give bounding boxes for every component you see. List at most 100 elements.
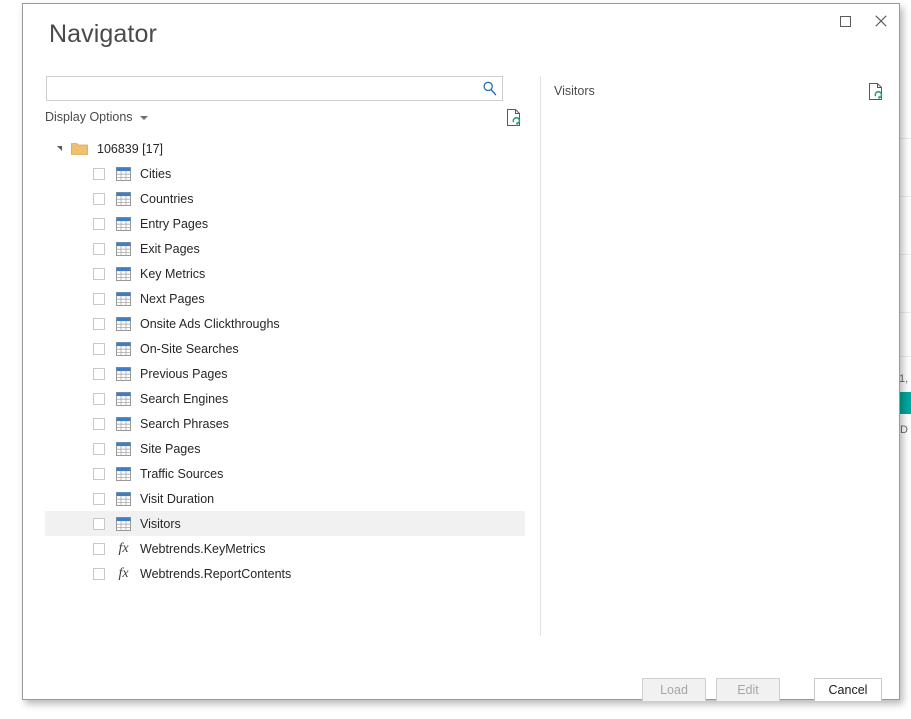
maximize-button[interactable] [827, 4, 863, 38]
tree-item-label: Visitors [140, 516, 181, 531]
tree-item-webtrends-reportcontents[interactable]: fx Webtrends.ReportContents [45, 561, 525, 586]
chevron-down-icon [139, 116, 148, 120]
edit-button[interactable]: Edit [716, 678, 780, 702]
function-icon: fx [118, 565, 129, 581]
tree-item-checkbox[interactable] [93, 317, 105, 330]
tree-item-countries[interactable]: Countries [45, 186, 525, 211]
tree-item-checkbox[interactable] [93, 467, 105, 480]
tree-item-checkbox[interactable] [93, 442, 105, 455]
tree-item-key-metrics[interactable]: Key Metrics [45, 261, 525, 286]
tree-item-label: Webtrends.KeyMetrics [140, 541, 266, 556]
table-icon-wrap [116, 491, 131, 506]
tree-item-checkbox[interactable] [93, 567, 105, 580]
tree-item-previous-pages[interactable]: Previous Pages [45, 361, 525, 386]
tree-root-label: 106839 [17] [97, 141, 164, 156]
cancel-button[interactable]: Cancel [814, 678, 882, 702]
display-options-dropdown[interactable]: Display Options [45, 110, 148, 124]
tree-item-traffic-sources[interactable]: Traffic Sources [45, 461, 525, 486]
background-letter-label: D [900, 424, 908, 436]
table-icon [116, 316, 131, 331]
table-icon-wrap [116, 441, 131, 456]
tree-item-label: Traffic Sources [140, 466, 224, 481]
table-icon [116, 241, 131, 256]
table-icon-wrap [116, 166, 131, 181]
table-icon [116, 291, 131, 306]
tree-item-label: Entry Pages [140, 216, 209, 231]
window-controls [827, 4, 899, 38]
tree-item-checkbox[interactable] [93, 517, 105, 530]
tree-item-checkbox[interactable] [93, 492, 105, 505]
table-icon [116, 416, 131, 431]
table-icon [116, 516, 131, 531]
tree-item-exit-pages[interactable]: Exit Pages [45, 236, 525, 261]
source-tree: 106839 [17] Cities Countries Entry Pages Ex… [45, 136, 525, 586]
tree-item-webtrends-keymetrics[interactable]: fx Webtrends.KeyMetrics [45, 536, 525, 561]
close-button[interactable] [863, 4, 899, 38]
table-icon-wrap [116, 341, 131, 356]
tree-item-on-site-searches[interactable]: On-Site Searches [45, 336, 525, 361]
tree-item-list: Cities Countries Entry Pages Exit Pages Key … [45, 161, 525, 586]
refresh-document-icon [507, 109, 521, 126]
table-icon-wrap [116, 216, 131, 231]
table-icon [116, 466, 131, 481]
table-icon [116, 391, 131, 406]
tree-item-checkbox[interactable] [93, 367, 105, 380]
tree-item-entry-pages[interactable]: Entry Pages [45, 211, 525, 236]
tree-item-label: Search Phrases [140, 416, 229, 431]
tree-item-checkbox[interactable] [93, 167, 105, 180]
tree-item-label: Visit Duration [140, 491, 215, 506]
table-icon-wrap [116, 516, 131, 531]
tree-item-site-pages[interactable]: Site Pages [45, 436, 525, 461]
tree-root-node[interactable]: 106839 [17] [45, 136, 525, 161]
tree-item-search-engines[interactable]: Search Engines [45, 386, 525, 411]
table-icon-wrap [116, 416, 131, 431]
folder-icon [71, 143, 88, 155]
tree-item-search-phrases[interactable]: Search Phrases [45, 411, 525, 436]
table-icon-wrap [116, 366, 131, 381]
table-icon [116, 266, 131, 281]
tree-item-checkbox[interactable] [93, 292, 105, 305]
triangle-expanded-icon[interactable] [53, 136, 65, 161]
search-icon[interactable] [481, 80, 498, 97]
pane-divider [540, 76, 541, 636]
tree-item-visit-duration[interactable]: Visit Duration [45, 486, 525, 511]
tree-item-checkbox[interactable] [93, 342, 105, 355]
tree-item-label: Cities [140, 166, 172, 181]
table-icon-wrap [116, 191, 131, 206]
table-icon [116, 191, 131, 206]
tree-item-onsite-ads-clickthroughs[interactable]: Onsite Ads Clickthroughs [45, 311, 525, 336]
tree-item-checkbox[interactable] [93, 542, 105, 555]
refresh-preview-button-right[interactable] [868, 83, 884, 106]
table-icon-wrap [116, 466, 131, 481]
tree-item-label: Site Pages [140, 441, 201, 456]
table-icon [116, 366, 131, 381]
table-icon-wrap [116, 241, 131, 256]
tree-item-label: Previous Pages [140, 366, 228, 381]
tree-item-cities[interactable]: Cities [45, 161, 525, 186]
table-icon [116, 341, 131, 356]
table-icon [116, 441, 131, 456]
tree-item-checkbox[interactable] [93, 242, 105, 255]
tree-item-label: Countries [140, 191, 194, 206]
table-icon-wrap [116, 391, 131, 406]
search-box[interactable] [46, 76, 503, 101]
tree-item-visitors[interactable]: Visitors [45, 511, 525, 536]
tree-item-next-pages[interactable]: Next Pages [45, 286, 525, 311]
refresh-preview-button-left[interactable] [506, 109, 522, 132]
table-icon-wrap [116, 316, 131, 331]
tree-item-label: Key Metrics [140, 266, 206, 281]
close-icon [875, 15, 887, 27]
tree-item-checkbox[interactable] [93, 392, 105, 405]
tree-item-checkbox[interactable] [93, 267, 105, 280]
preview-title: Visitors [554, 84, 595, 98]
background-value-label: 1, [899, 373, 909, 385]
table-icon-wrap [116, 266, 131, 281]
tree-item-checkbox[interactable] [93, 417, 105, 430]
search-input[interactable] [47, 77, 477, 100]
tree-item-checkbox[interactable] [93, 217, 105, 230]
tree-item-checkbox[interactable] [93, 192, 105, 205]
tree-item-label: Onsite Ads Clickthroughs [140, 316, 280, 331]
table-icon-wrap [116, 291, 131, 306]
load-button[interactable]: Load [642, 678, 706, 702]
dialog-title: Navigator [49, 20, 157, 48]
